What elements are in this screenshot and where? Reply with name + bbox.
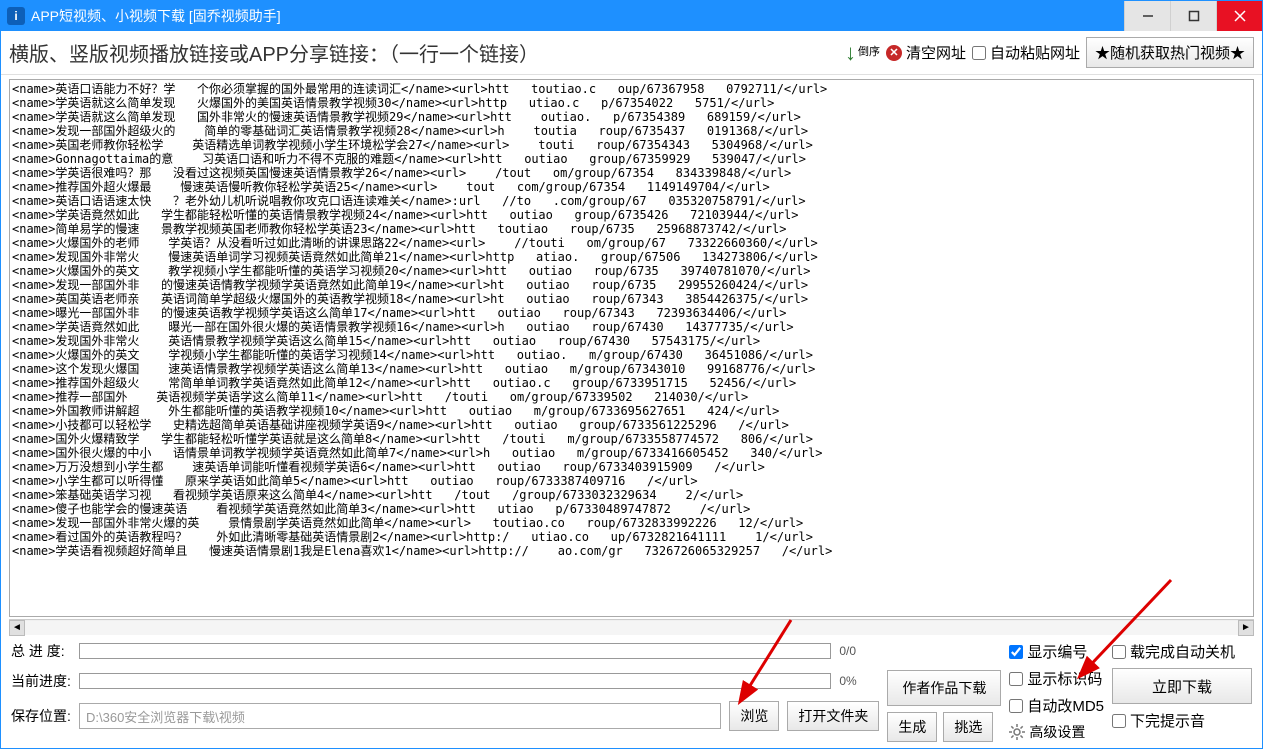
titlebar: i APP短视频、小视频下载 [固乔视频助手] — [1, 1, 1262, 31]
auto-shutdown-input[interactable] — [1112, 645, 1126, 659]
current-progress-text: 0% — [839, 674, 879, 688]
open-folder-button[interactable]: 打开文件夹 — [787, 701, 879, 731]
auto-md5-input[interactable] — [1009, 699, 1023, 713]
arrow-down-icon: ↓ — [845, 40, 856, 66]
main-window: i APP短视频、小视频下载 [固乔视频助手] 横版、竖版视频播放链接或APP分… — [0, 0, 1263, 749]
download-now-button[interactable]: 立即下载 — [1112, 668, 1252, 704]
sort-label: 倒序 — [858, 47, 880, 58]
save-path-label: 保存位置: — [11, 706, 71, 726]
window-title: APP短视频、小视频下载 [固乔视频助手] — [31, 6, 1124, 26]
horizontal-scrollbar[interactable]: ◄ ► — [9, 619, 1254, 635]
show-index-checkbox[interactable]: 显示编号 — [1009, 641, 1104, 662]
scroll-track[interactable] — [25, 621, 1238, 635]
auto-paste-label: 自动粘贴网址 — [990, 42, 1080, 63]
url-textarea-wrap — [9, 79, 1254, 617]
url-textarea[interactable] — [10, 80, 1253, 616]
total-progress-label: 总 进 度: — [11, 641, 71, 661]
random-hot-video-button[interactable]: ★随机获取热门视频★ — [1086, 37, 1254, 68]
beep-input[interactable] — [1112, 714, 1126, 728]
gear-icon — [1009, 724, 1025, 740]
instruction-label: 横版、竖版视频播放链接或APP分享链接：（一行一个链接） — [9, 38, 839, 67]
auto-shutdown-label: 载完成自动关机 — [1130, 641, 1235, 662]
current-progress-bar — [79, 673, 831, 689]
window-controls — [1124, 1, 1262, 31]
auto-md5-checkbox[interactable]: 自动改MD5 — [1009, 695, 1104, 716]
clear-urls-button[interactable]: ✕ 清空网址 — [886, 42, 966, 63]
scroll-right-icon[interactable]: ► — [1238, 620, 1254, 636]
right-column: 载完成自动关机 立即下载 下完提示音 — [1112, 641, 1252, 742]
beep-checkbox[interactable]: 下完提示音 — [1112, 710, 1252, 731]
current-progress-row: 当前进度: 0% — [11, 671, 879, 691]
app-icon: i — [7, 7, 25, 25]
auto-paste-checkbox[interactable]: 自动粘贴网址 — [972, 42, 1080, 63]
total-progress-row: 总 进 度: 0/0 — [11, 641, 879, 661]
maximize-button[interactable] — [1170, 1, 1216, 31]
show-id-label: 显示标识码 — [1027, 668, 1102, 689]
total-progress-bar — [79, 643, 831, 659]
scroll-left-icon[interactable]: ◄ — [9, 620, 25, 636]
advanced-settings-label: 高级设置 — [1029, 722, 1085, 742]
show-id-checkbox[interactable]: 显示标识码 — [1009, 668, 1104, 689]
close-icon — [1234, 10, 1246, 22]
show-id-input[interactable] — [1009, 672, 1023, 686]
clear-icon: ✕ — [886, 45, 902, 61]
lower-panel: 总 进 度: 0/0 当前进度: 0% 保存位置: 浏览 打开文件夹 作者作品下… — [1, 635, 1262, 748]
browse-button[interactable]: 浏览 — [729, 701, 779, 731]
auto-shutdown-checkbox[interactable]: 载完成自动关机 — [1112, 641, 1252, 662]
show-index-label: 显示编号 — [1027, 641, 1087, 662]
current-progress-label: 当前进度: — [11, 671, 71, 691]
show-index-input[interactable] — [1009, 645, 1023, 659]
minimize-icon — [1142, 10, 1154, 22]
maximize-icon — [1188, 10, 1200, 22]
generate-button[interactable]: 生成 — [887, 712, 937, 742]
progress-and-path: 总 进 度: 0/0 当前进度: 0% 保存位置: 浏览 打开文件夹 — [11, 641, 879, 742]
save-path-row: 保存位置: 浏览 打开文件夹 — [11, 701, 879, 731]
filter-button[interactable]: 挑选 — [943, 712, 993, 742]
sort-button[interactable]: ↓ 倒序 — [845, 40, 880, 66]
close-button[interactable] — [1216, 1, 1262, 31]
author-works-button[interactable]: 作者作品下载 — [887, 670, 1001, 706]
minimize-button[interactable] — [1124, 1, 1170, 31]
total-progress-text: 0/0 — [839, 644, 879, 658]
auto-paste-input[interactable] — [972, 46, 986, 60]
advanced-settings-button[interactable]: 高级设置 — [1009, 722, 1104, 742]
auto-md5-label: 自动改MD5 — [1027, 695, 1104, 716]
mid-buttons: 作者作品下载 生成 挑选 — [887, 641, 1001, 742]
option-checkboxes: 显示编号 显示标识码 自动改MD5 高级设置 — [1009, 641, 1104, 742]
toolbar: 横版、竖版视频播放链接或APP分享链接：（一行一个链接） ↓ 倒序 ✕ 清空网址… — [1, 31, 1262, 75]
clear-label: 清空网址 — [906, 42, 966, 63]
beep-label: 下完提示音 — [1130, 710, 1205, 731]
save-path-input[interactable] — [79, 703, 721, 729]
